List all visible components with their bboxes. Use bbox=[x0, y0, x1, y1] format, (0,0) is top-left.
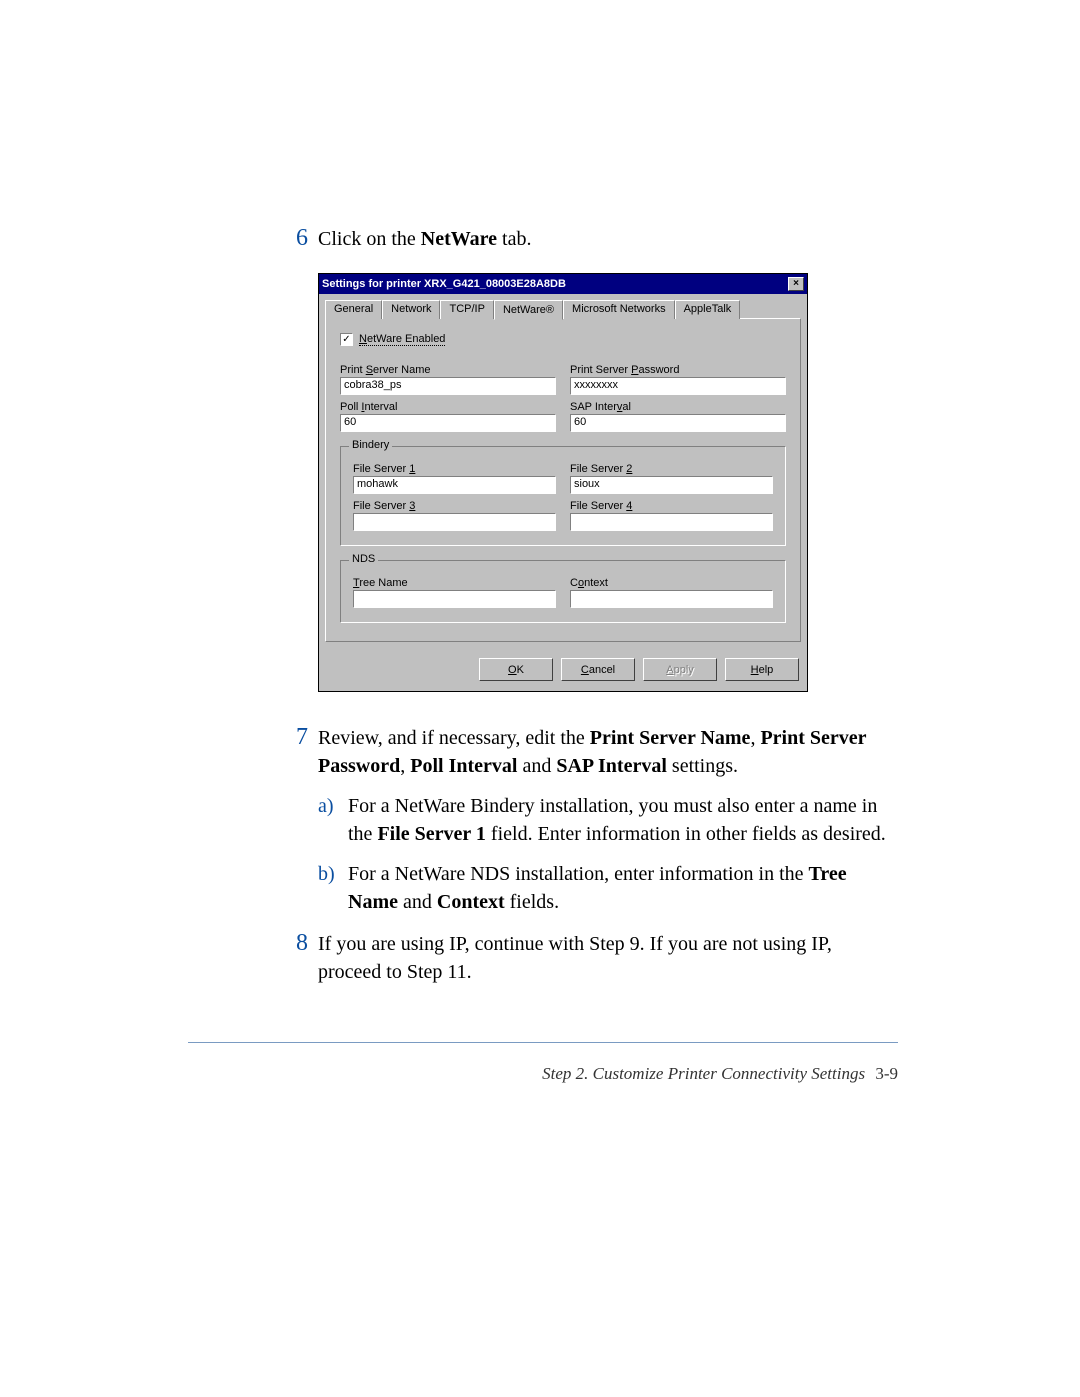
step-7b: b) For a NetWare NDS installation, enter… bbox=[318, 860, 900, 916]
context-input[interactable] bbox=[570, 590, 773, 608]
file-server-1-label: File Server 1 bbox=[353, 463, 556, 475]
nds-title: NDS bbox=[349, 553, 378, 565]
button-bar: OK Cancel Apply Help bbox=[319, 648, 807, 691]
print-server-password-label: Print Server Password bbox=[570, 364, 786, 376]
print-server-name-label: Print Server Name bbox=[340, 364, 556, 376]
netware-enabled-checkbox[interactable]: ✓ bbox=[340, 333, 353, 346]
step-number: 6 bbox=[280, 225, 308, 252]
print-server-password-input[interactable]: xxxxxxxx bbox=[570, 377, 786, 395]
step-number: 7 bbox=[280, 724, 308, 751]
footer-text: Step 2. Customize Printer Connectivity S… bbox=[542, 1064, 865, 1083]
tab-appletalk[interactable]: AppleTalk bbox=[675, 300, 741, 319]
sap-interval-label: SAP Interval bbox=[570, 401, 786, 413]
step-7a: a) For a NetWare Bindery installation, y… bbox=[318, 792, 900, 848]
tab-panel-netware: ✓ NetWare Enabled Print Server Name cobr… bbox=[325, 318, 801, 642]
close-icon[interactable]: × bbox=[788, 277, 804, 291]
dialog-titlebar: Settings for printer XRX_G421_08003E28A8… bbox=[319, 274, 807, 294]
sub-letter: a) bbox=[318, 795, 348, 818]
file-server-3-input[interactable] bbox=[353, 513, 556, 531]
file-server-2-label: File Server 2 bbox=[570, 463, 773, 475]
tab-network[interactable]: Network bbox=[382, 300, 440, 319]
page-footer: Step 2. Customize Printer Connectivity S… bbox=[188, 1064, 898, 1084]
step-text: Click on the NetWare tab. bbox=[318, 225, 900, 253]
step-6: 6 Click on the NetWare tab. bbox=[280, 225, 900, 253]
tab-tcpip[interactable]: TCP/IP bbox=[440, 300, 493, 319]
file-server-2-input[interactable]: sioux bbox=[570, 476, 773, 494]
dialog-screenshot: Settings for printer XRX_G421_08003E28A8… bbox=[318, 273, 900, 692]
file-server-1-input[interactable]: mohawk bbox=[353, 476, 556, 494]
nds-group: NDS Tree Name Context bbox=[340, 560, 786, 623]
print-server-name-input[interactable]: cobra38_ps bbox=[340, 377, 556, 395]
footer-divider bbox=[188, 1042, 898, 1043]
step-7: 7 Review, and if necessary, edit the Pri… bbox=[280, 724, 900, 780]
context-label: Context bbox=[570, 577, 773, 589]
help-button[interactable]: Help bbox=[725, 658, 799, 681]
sub-text: For a NetWare Bindery installation, you … bbox=[348, 792, 900, 848]
dialog-title: Settings for printer XRX_G421_08003E28A8… bbox=[322, 278, 566, 290]
tree-name-input[interactable] bbox=[353, 590, 556, 608]
tab-netware[interactable]: NetWare® bbox=[494, 300, 563, 320]
ok-button[interactable]: OK bbox=[479, 658, 553, 681]
tree-name-label: Tree Name bbox=[353, 577, 556, 589]
page-number: 3-9 bbox=[875, 1064, 898, 1083]
bindery-group: Bindery File Server 1 mohawk File Server… bbox=[340, 446, 786, 546]
cancel-button[interactable]: Cancel bbox=[561, 658, 635, 681]
tab-bar: General Network TCP/IP NetWare® Microsof… bbox=[325, 300, 801, 319]
step-number: 8 bbox=[280, 930, 308, 957]
poll-interval-label: Poll Interval bbox=[340, 401, 556, 413]
tab-general[interactable]: General bbox=[325, 300, 382, 319]
sub-text: For a NetWare NDS installation, enter in… bbox=[348, 860, 900, 916]
settings-dialog: Settings for printer XRX_G421_08003E28A8… bbox=[318, 273, 808, 692]
bindery-title: Bindery bbox=[349, 439, 392, 451]
step-8: 8 If you are using IP, continue with Ste… bbox=[280, 930, 900, 986]
apply-button[interactable]: Apply bbox=[643, 658, 717, 681]
sap-interval-input[interactable]: 60 bbox=[570, 414, 786, 432]
file-server-4-input[interactable] bbox=[570, 513, 773, 531]
step-text: Review, and if necessary, edit the Print… bbox=[318, 724, 900, 780]
netware-enabled-label: NetWare Enabled bbox=[359, 333, 445, 346]
file-server-4-label: File Server 4 bbox=[570, 500, 773, 512]
sub-letter: b) bbox=[318, 863, 348, 886]
step-text: If you are using IP, continue with Step … bbox=[318, 930, 900, 986]
poll-interval-input[interactable]: 60 bbox=[340, 414, 556, 432]
file-server-3-label: File Server 3 bbox=[353, 500, 556, 512]
tab-msnetworks[interactable]: Microsoft Networks bbox=[563, 300, 675, 319]
